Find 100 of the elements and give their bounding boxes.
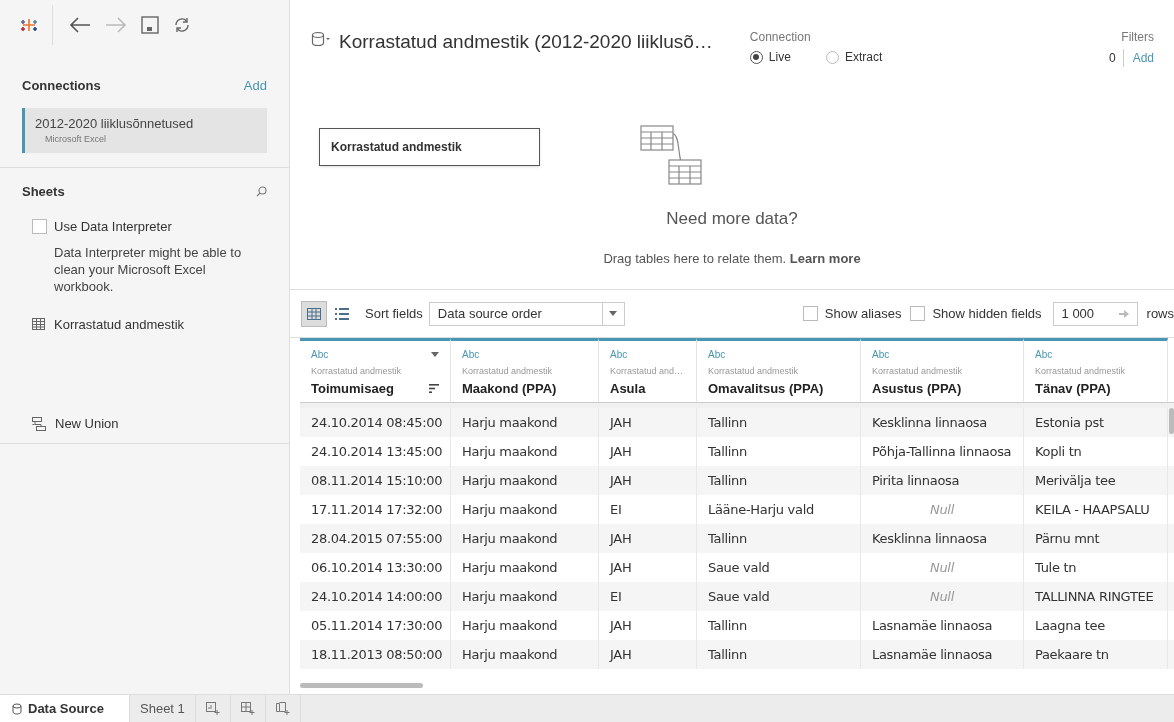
table-cell-text: Tallinn (708, 529, 747, 548)
sort-icon[interactable] (429, 383, 439, 393)
data-source-title[interactable]: Korrastatud andmestik (2012-2020 liiklusõ… (339, 28, 713, 57)
table-cell-text: JAH (610, 442, 632, 461)
caret-icon (609, 311, 618, 316)
table-cell-text: 24.10.2014 13:45:00 (311, 442, 443, 461)
vertical-scrollbar[interactable] (1169, 408, 1174, 434)
table-cell-text: Tallinn (708, 645, 747, 664)
table-cell-text: Harju maakond (462, 471, 558, 490)
table-cell-text: 06.10.2014 13:30:00 (311, 558, 443, 577)
table-cell-text: 05.11.2014 17:30:00 (311, 616, 443, 635)
table-cell-text: Tallinn (708, 616, 747, 635)
column-header[interactable]: Abc Korrastatud andmestik Tänav (PPA) (1024, 338, 1168, 402)
table-cell-text: JAH (610, 558, 632, 577)
table-cell-text: Harju maakond (462, 529, 558, 548)
sort-dropdown[interactable]: Data source order (428, 301, 625, 326)
radio-label[interactable]: Extract (844, 48, 883, 66)
save-icon[interactable] (139, 14, 161, 36)
filters-count: 0 (1108, 49, 1124, 67)
column-header[interactable]: Abc Korrastatud andmestik Toimumisaeg (300, 338, 451, 402)
sheet-tab[interactable]: Data Source (0, 695, 130, 722)
table-cell-text: 28.04.2015 07:55:00 (311, 529, 443, 548)
table-cell-text: 08.11.2014 15:10:00 (311, 471, 443, 490)
list-icon (335, 307, 349, 320)
checkbox[interactable] (32, 219, 47, 235)
grid-icon (307, 307, 321, 320)
table-cell-text: Estonia pst (1035, 413, 1104, 432)
table-cell-text: KEILA - HAAPSALU (1035, 500, 1150, 519)
database-icon (12, 702, 22, 715)
table-cell-text: 24.10.2014 14:00:00 (311, 587, 443, 606)
filters-label: Filters (1121, 29, 1154, 46)
table-cell-text: Põhja-Tallinna linnaosa (872, 442, 1012, 461)
search-icon[interactable] (256, 185, 267, 197)
table-cell-text: 17.11.2014 17:32:00 (311, 500, 443, 519)
connection-item[interactable]: 2012-2020 liiklusõnnetused Microsoft Excel (22, 107, 267, 153)
table-cell-text: Harju maakond (462, 645, 558, 664)
table-cell-text: JAH (610, 471, 632, 490)
table-cell-text: TALLINNA RINGTEE (1035, 587, 1154, 606)
table-cell-text: Pärnu mnt (1035, 529, 1100, 548)
table-cell-text: Harju maakond (462, 413, 558, 432)
table-cell-text: Saue vald (708, 558, 770, 577)
checkbox-label[interactable]: Show aliases (824, 303, 902, 324)
table-icon (32, 318, 45, 331)
canvas-heading: Need more data? (666, 208, 798, 230)
table-cell-text: Harju maakond (462, 587, 558, 606)
table-card[interactable]: Korrastatud andmestik (319, 128, 540, 166)
table-cell-text: Lasnamäe linnaosa (872, 616, 993, 635)
table-cell-text: Null (930, 558, 954, 577)
table-cell-text: EI (610, 500, 622, 519)
column-header[interactable]: Abc Korrastatud andmestik Asustus (PPA) (861, 338, 1024, 402)
table-cell-text: 24.10.2014 08:45:00 (311, 413, 443, 432)
table-cell-text: Null (930, 500, 954, 519)
related-tables-icon (640, 125, 702, 187)
checkbox[interactable] (802, 306, 818, 321)
interpreter-hint: Data Interpreter might be able to clean your Microsoft Excel workbook. (54, 243, 243, 295)
sort-label: Sort fields (365, 304, 423, 323)
table-cell-text: Paekaare tn (1035, 645, 1109, 664)
database-dropdown-icon[interactable] (311, 31, 331, 47)
table-cell-text: Harju maakond (462, 558, 558, 577)
caret-icon[interactable] (431, 352, 439, 357)
grid-view-button[interactable] (301, 300, 327, 327)
rows-label: rows (1146, 304, 1174, 323)
table-cell-text: Kopli tn (1035, 442, 1082, 461)
table-cell-text: Null (930, 587, 954, 606)
table-cell-text: Pirita linnaosa (872, 471, 960, 490)
rows-field[interactable]: 1 000 (1052, 301, 1138, 326)
arrow-icon (1118, 309, 1129, 318)
radio-label[interactable]: Live (768, 48, 791, 66)
table-cell-text: Tallinn (708, 413, 747, 432)
table-cell-text: JAH (610, 645, 632, 664)
sheet-item[interactable]: Korrastatud andmestik (0, 314, 289, 334)
horizontal-scrollbar[interactable] (300, 683, 423, 688)
table-cell-text: Saue vald (708, 587, 770, 606)
sheets-heading: Sheets (22, 182, 65, 201)
table-cell-text: Tallinn (708, 471, 747, 490)
column-header[interactable]: Abc Korrastatud andmestik Omavalitsus (PPA) (697, 338, 861, 402)
checkbox[interactable] (910, 306, 926, 321)
table-cell-text: 18.11.2013 08:50:00 (311, 645, 443, 664)
table-cell-text: Merivälja tee (1035, 471, 1116, 490)
checkbox-label[interactable]: Show hidden fields (932, 303, 1042, 324)
sheet-item[interactable]: New Union (0, 414, 289, 434)
table-cell-text: Kesklinna linnaosa (872, 413, 987, 432)
logo-icon[interactable] (20, 16, 38, 34)
union-icon (32, 416, 46, 431)
table-cell-text: Lasnamäe linnaosa (872, 645, 993, 664)
column-header[interactable]: Abc Korrastatud andmestik Maakond (PPA) (451, 338, 599, 402)
table-cell-text: JAH (610, 616, 632, 635)
column-header[interactable]: Abc Korrastatud and… Asula (599, 338, 697, 402)
sort-value: Data source order (436, 304, 543, 323)
table-cell-text: JAH (610, 413, 632, 432)
table-cell-text: Kesklinna linnaosa (872, 529, 987, 548)
table-cell-text: EI (610, 587, 622, 606)
table-cell-text: JAH (610, 529, 632, 548)
table-cell-text: Harju maakond (462, 500, 558, 519)
table-cell-text: Harju maakond (462, 442, 558, 461)
table-cell-text: Tallinn (708, 442, 747, 461)
checkbox-label[interactable]: Use Data Interpreter (54, 217, 172, 237)
table-cell-text: Harju maakond (462, 616, 558, 635)
add-filter-link[interactable]: Add (1123, 49, 1154, 67)
table-cell-text: Lääne-Harju vald (708, 500, 814, 519)
